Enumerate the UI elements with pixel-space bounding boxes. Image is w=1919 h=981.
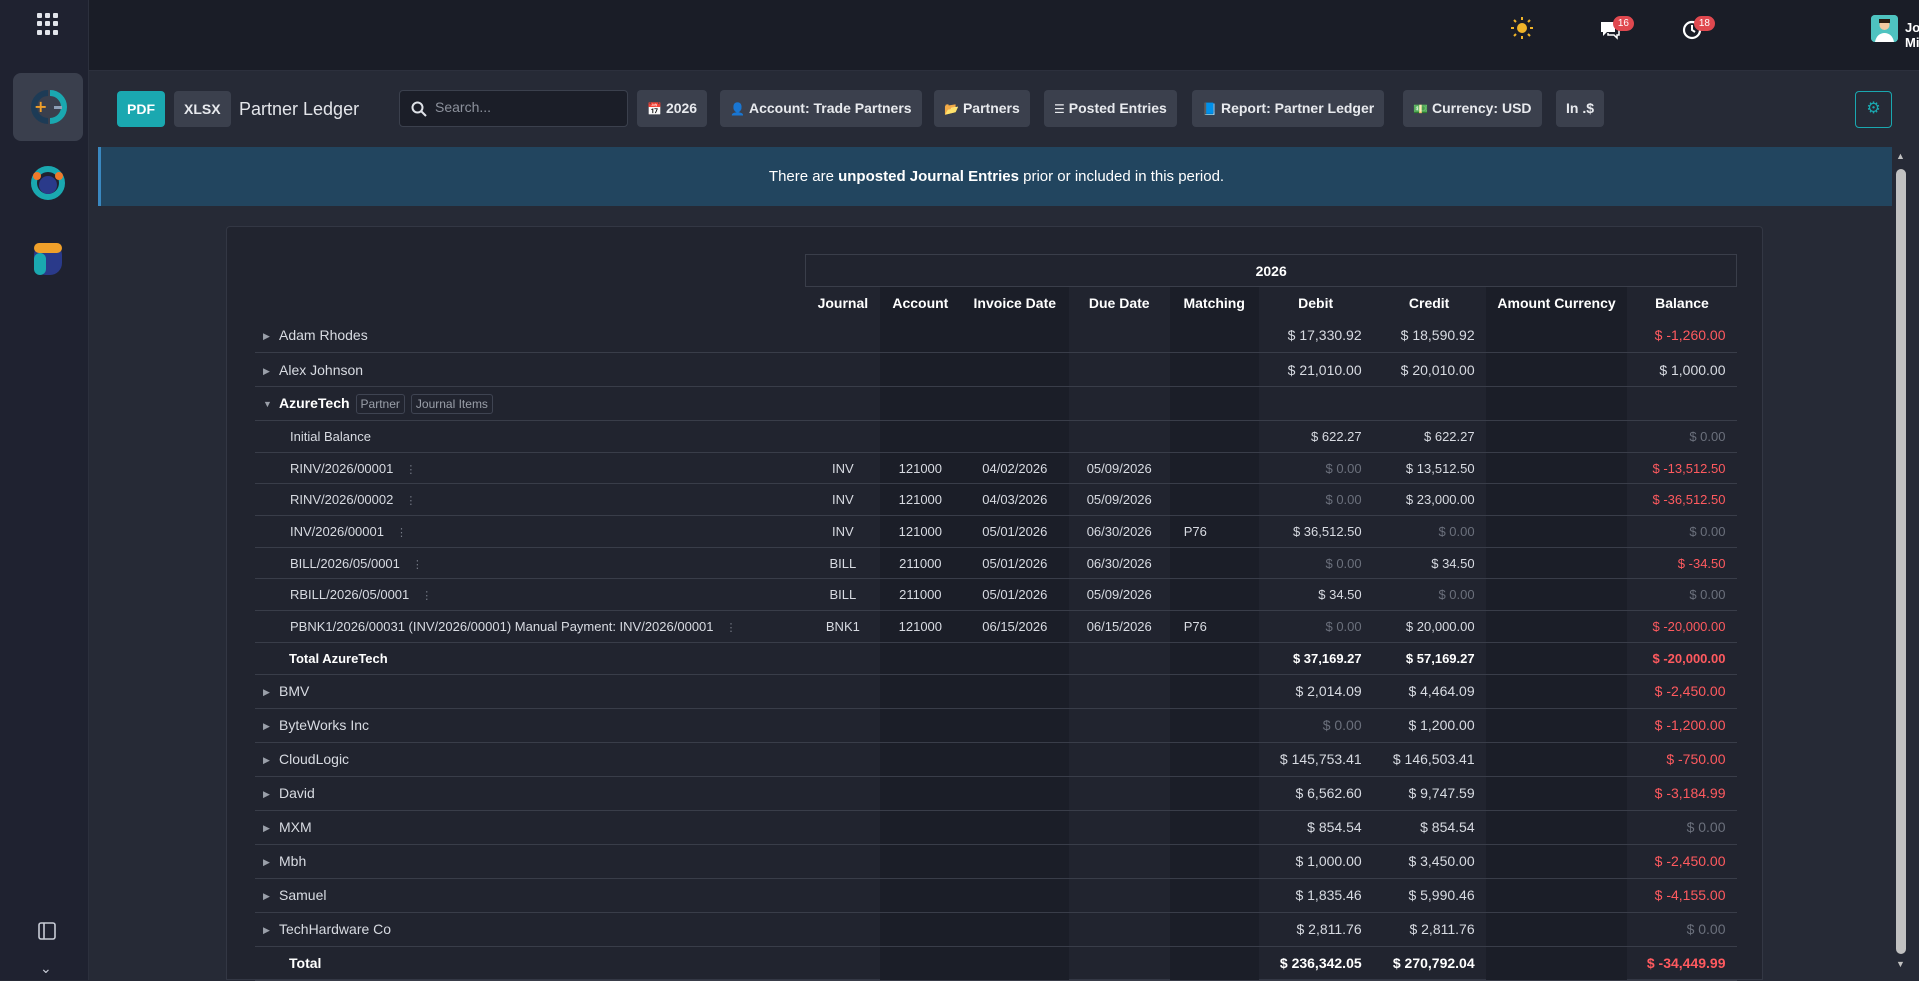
theme-toggle-sun-icon[interactable] (1510, 16, 1534, 45)
report-card: 2026 Journal Account Invoice Date Due Da… (226, 226, 1763, 981)
move-line-row[interactable]: BILL/2026/05/0001 ⋮ BILL 211000 05/01/202… (255, 547, 1737, 580)
chevron-double-down-icon[interactable]: ⌄ (40, 960, 52, 977)
partner-row[interactable]: ▶ Samuel $ 1,835.46 $ 5,990.46 $ -4,155.0… (255, 878, 1737, 913)
col-matching[interactable]: Matching (1169, 286, 1259, 319)
crm-app-icon[interactable] (13, 149, 83, 217)
caret-right-icon[interactable]: ▶ (263, 789, 279, 800)
filter-currency[interactable]: 💵 Currency: USD (1403, 90, 1542, 127)
move-line-row[interactable]: RINV/2026/00001 ⋮ INV 121000 04/02/2026 0… (255, 452, 1737, 485)
app-sidebar: + ⌄ (0, 0, 89, 980)
caret-right-icon[interactable]: ▶ (263, 366, 279, 377)
caret-right-icon[interactable]: ▶ (263, 721, 279, 732)
caret-right-icon[interactable]: ▶ (263, 857, 279, 868)
caret-right-icon[interactable]: ▶ (263, 823, 279, 834)
caret-right-icon[interactable]: ▶ (263, 891, 279, 902)
accounting-app-icon[interactable]: + (13, 73, 83, 141)
filter-partners[interactable]: 📂 Partners (934, 90, 1030, 127)
move-line-row[interactable]: RBILL/2026/05/0001 ⋮ BILL 211000 05/01/20… (255, 578, 1737, 612)
more-options-icon[interactable]: ⋮ (412, 559, 423, 571)
more-options-icon[interactable]: ⋮ (726, 622, 737, 634)
partner-row[interactable]: ▶ Adam Rhodes $ 17,330.92 $ 18,590.92 $ -… (255, 318, 1737, 353)
col-invoice-date[interactable]: Invoice Date (960, 286, 1069, 319)
money-icon: 💵 (1413, 102, 1428, 116)
partner-row[interactable]: ▶ Mbh $ 1,000.00 $ 3,450.00 $ -2,450.00 (255, 844, 1737, 879)
move-line-row[interactable]: INV/2026/00001 ⋮ INV 121000 05/01/2026 06… (255, 515, 1737, 548)
partner-ledger-table: 2026 Journal Account Invoice Date Due Da… (255, 254, 1737, 981)
sliders-icon: ☰ (1054, 102, 1065, 116)
partner-row[interactable]: ▶ CloudLogic $ 145,753.41 $ 146,503.41 $ … (255, 742, 1737, 777)
filter-posted-entries[interactable]: ☰ Posted Entries (1044, 90, 1177, 127)
page-title: Partner Ledger (239, 99, 360, 119)
activity-clock-icon[interactable]: 18 (1682, 16, 1715, 45)
caret-down-icon[interactable]: ▼ (263, 399, 279, 409)
caret-right-icon[interactable]: ▶ (263, 687, 279, 698)
partner-row-expanded[interactable]: ▼ AzureTech Partner Journal Items (255, 386, 1737, 421)
col-journal[interactable]: Journal (806, 287, 880, 319)
apps-menu-icon[interactable] (37, 13, 59, 35)
partner-row[interactable]: ▶ ByteWorks Inc $ 0.00 $ 1,200.00 $ -1,20… (255, 708, 1737, 743)
partner-row[interactable]: ▶ TechHardware Co $ 2,811.76 $ 2,811.76 $… (255, 912, 1737, 947)
calendar-icon: 📅 (647, 102, 662, 116)
move-line-row[interactable]: RINV/2026/00002 ⋮ INV 121000 04/03/2026 0… (255, 483, 1737, 517)
scroll-thumb[interactable] (1896, 169, 1906, 954)
messages-badge: 16 (1612, 16, 1634, 31)
toggle-sidebar-icon[interactable] (38, 922, 56, 945)
scroll-up-arrow-icon[interactable]: ▲ (1896, 151, 1905, 161)
more-options-icon[interactable]: ⋮ (405, 464, 416, 476)
col-debit[interactable]: Debit (1259, 287, 1373, 319)
export-xlsx-button[interactable]: XLSX (174, 91, 231, 127)
settings-toggle-button[interactable]: ⚙ (1855, 91, 1892, 128)
partner-row[interactable]: ▶ David $ 6,562.60 $ 9,747.59 $ -3,184.99 (255, 776, 1737, 811)
search-icon (411, 101, 427, 117)
year-header: 2026 (805, 254, 1737, 287)
search-box (399, 90, 628, 127)
filter-account[interactable]: 👤 Account: Trade Partners (720, 90, 922, 127)
more-options-icon[interactable]: ⋮ (396, 527, 407, 539)
col-amount-currency[interactable]: Amount Currency (1485, 286, 1628, 319)
journal-items-tag-button[interactable]: Journal Items (410, 393, 493, 414)
move-line-row[interactable]: PBNK1/2026/00031 (INV/2026/00001) Manual… (255, 610, 1737, 643)
grand-total-row: Total $ 236,342.05 $ 270,792.04 $ -34,44… (255, 946, 1737, 981)
top-navbar: 16 18 Jordan Miles (89, 0, 1919, 71)
col-balance[interactable]: Balance (1627, 287, 1736, 319)
col-due-date[interactable]: Due Date (1069, 287, 1170, 319)
partner-tag-button[interactable]: Partner (355, 393, 405, 414)
unposted-entries-alert: There are unposted Journal Entries prior… (98, 147, 1892, 206)
documents-app-icon[interactable] (13, 225, 83, 293)
col-account[interactable]: Account (879, 286, 961, 319)
control-panel: PDF XLSX Partner Ledger 📅2026 👤Account: … (89, 71, 1919, 147)
folder-icon: 📂 (944, 102, 959, 116)
partner-row[interactable]: ▶ MXM $ 854.54 $ 854.54 $ 0.00 (255, 810, 1737, 845)
book-icon: 📘 (1202, 102, 1217, 116)
export-pdf-button[interactable]: PDF (117, 91, 165, 127)
filter-report[interactable]: 📘 Report: Partner Ledger (1192, 90, 1385, 127)
activities-badge: 18 (1693, 16, 1715, 31)
caret-right-icon[interactable]: ▶ (263, 925, 279, 936)
user-name[interactable]: Jordan Miles (1905, 20, 1919, 50)
filter-date[interactable]: 📅 2026 (637, 90, 708, 127)
messages-icon[interactable]: 16 (1599, 16, 1634, 45)
col-credit[interactable]: Credit (1373, 287, 1486, 319)
initial-balance-row: Initial Balance $ 622.27 $ 622.27 $ 0.00 (255, 420, 1737, 453)
scroll-down-arrow-icon[interactable]: ▼ (1896, 959, 1905, 969)
caret-right-icon[interactable]: ▶ (263, 755, 279, 766)
user-icon: 👤 (730, 102, 745, 116)
caret-right-icon[interactable]: ▶ (263, 331, 279, 342)
partner-total-row: Total AzureTech $ 37,169.27 $ 57,169.27 … (255, 642, 1737, 675)
more-options-icon[interactable]: ⋮ (421, 590, 432, 602)
search-input[interactable] (435, 99, 615, 115)
partner-row[interactable]: ▶ Alex Johnson $ 21,010.00 $ 20,010.00 $ … (255, 352, 1737, 387)
filter-rounding[interactable]: In .$ (1556, 90, 1605, 127)
more-options-icon[interactable]: ⋮ (405, 495, 416, 507)
vertical-scrollbar[interactable]: ▲ ▼ (1894, 147, 1908, 980)
partner-row[interactable]: ▶ BMV $ 2,014.09 $ 4,464.09 $ -2,450.00 (255, 674, 1737, 709)
svg-text:+: + (34, 97, 47, 116)
user-avatar[interactable] (1871, 15, 1898, 42)
